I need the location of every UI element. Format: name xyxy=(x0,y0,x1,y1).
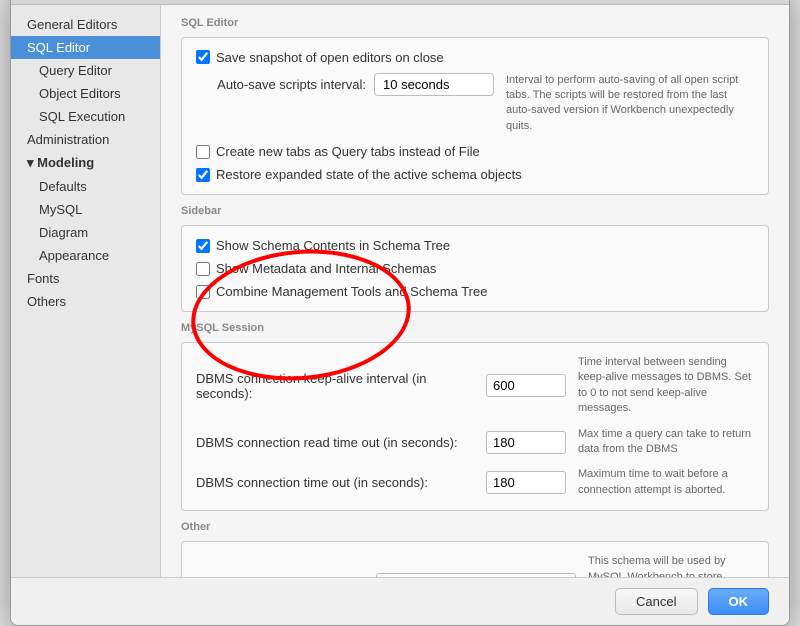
restore-state-row: Restore expanded state of the active sch… xyxy=(196,167,754,182)
sidebar-item-administration[interactable]: Administration xyxy=(11,128,160,151)
sidebar-item-sql-editor[interactable]: SQL Editor xyxy=(11,36,160,59)
mysql-session-section-label: MySQL Session xyxy=(181,322,769,334)
combine-tools-label: Combine Management Tools and Schema Tree xyxy=(216,284,487,299)
sidebar-item-diagram[interactable]: Diagram xyxy=(11,221,160,244)
combine-tools-row: Combine Management Tools and Schema Tree xyxy=(196,284,754,299)
sidebar-section: Show Schema Contents in Schema Tree Show… xyxy=(181,225,769,312)
sidebar-item-fonts[interactable]: Fonts xyxy=(11,267,160,290)
content-area: General Editors SQL Editor Query Editor … xyxy=(11,5,789,577)
ok-button[interactable]: OK xyxy=(708,588,770,615)
sidebar-item-mysql[interactable]: MySQL xyxy=(11,198,160,221)
autosave-help: Interval to perform auto-saving of all o… xyxy=(506,73,754,135)
sidebar-item-defaults[interactable]: Defaults xyxy=(11,175,160,198)
preferences-window: Workbench Preferences General Editors SQ… xyxy=(10,0,790,626)
autosave-label: Auto-save scripts interval: xyxy=(196,77,366,92)
sidebar-item-appearance[interactable]: Appearance xyxy=(11,244,160,267)
save-snapshot-label: Save snapshot of open editors on close xyxy=(216,50,444,65)
sidebar-item-query-editor[interactable]: Query Editor xyxy=(11,59,160,82)
keepalive-help: Time interval between sending keep-alive… xyxy=(578,355,754,417)
save-snapshot-checkbox[interactable] xyxy=(196,50,210,64)
connect-timeout-label: DBMS connection time out (in seconds): xyxy=(196,475,486,490)
sidebar-section-label: Sidebar xyxy=(181,205,769,217)
internal-schema-help: This schema will be used by MySQL Workbe… xyxy=(588,554,754,576)
keepalive-row: DBMS connection keep-alive interval (in … xyxy=(196,355,754,417)
autosave-select-wrapper: 10 seconds 5 seconds 30 seconds 60 secon… xyxy=(374,73,494,96)
main-content: SQL Editor Save snapshot of open editors… xyxy=(161,5,789,577)
internal-schema-row: Internal Workbench Schema: This schema w… xyxy=(196,554,754,576)
read-timeout-label: DBMS connection read time out (in second… xyxy=(196,435,486,450)
internal-schema-input[interactable] xyxy=(376,573,576,576)
create-tabs-row: Create new tabs as Query tabs instead of… xyxy=(196,144,754,159)
restore-state-label: Restore expanded state of the active sch… xyxy=(216,167,522,182)
show-schema-checkbox[interactable] xyxy=(196,239,210,253)
show-schema-row: Show Schema Contents in Schema Tree xyxy=(196,238,754,253)
other-section-label: Other xyxy=(181,521,769,533)
connect-timeout-input[interactable] xyxy=(486,471,566,494)
create-tabs-checkbox[interactable] xyxy=(196,145,210,159)
sidebar-item-others[interactable]: Others xyxy=(11,290,160,313)
read-timeout-input[interactable] xyxy=(486,431,566,454)
sidebar-item-sql-execution[interactable]: SQL Execution xyxy=(11,105,160,128)
read-timeout-help: Max time a query can take to return data… xyxy=(578,427,754,458)
keepalive-input[interactable] xyxy=(486,374,566,397)
connect-timeout-help: Maximum time to wait before a connection… xyxy=(578,467,754,498)
sidebar: General Editors SQL Editor Query Editor … xyxy=(11,5,161,577)
show-metadata-label: Show Metadata and Internal Schemas xyxy=(216,261,436,276)
sql-editor-section: Save snapshot of open editors on close A… xyxy=(181,37,769,196)
autosave-select[interactable]: 10 seconds 5 seconds 30 seconds 60 secon… xyxy=(374,73,494,96)
save-snapshot-row: Save snapshot of open editors on close xyxy=(196,50,754,65)
show-metadata-checkbox[interactable] xyxy=(196,262,210,276)
sql-editor-section-label: SQL Editor xyxy=(181,17,769,29)
mysql-session-section: DBMS connection keep-alive interval (in … xyxy=(181,342,769,511)
show-metadata-row: Show Metadata and Internal Schemas xyxy=(196,261,754,276)
combine-tools-checkbox[interactable] xyxy=(196,285,210,299)
main-wrapper: SQL Editor Save snapshot of open editors… xyxy=(161,5,789,577)
create-tabs-label: Create new tabs as Query tabs instead of… xyxy=(216,144,480,159)
other-section: Internal Workbench Schema: This schema w… xyxy=(181,541,769,576)
keepalive-label: DBMS connection keep-alive interval (in … xyxy=(196,371,486,401)
sidebar-item-object-editors[interactable]: Object Editors xyxy=(11,82,160,105)
connect-timeout-row: DBMS connection time out (in seconds): M… xyxy=(196,467,754,498)
show-schema-label: Show Schema Contents in Schema Tree xyxy=(216,238,450,253)
cancel-button[interactable]: Cancel xyxy=(615,588,697,615)
sidebar-item-modeling[interactable]: ▾ Modeling xyxy=(11,151,160,175)
read-timeout-row: DBMS connection read time out (in second… xyxy=(196,427,754,458)
restore-state-checkbox[interactable] xyxy=(196,168,210,182)
sidebar-item-general-editors[interactable]: General Editors xyxy=(11,13,160,36)
